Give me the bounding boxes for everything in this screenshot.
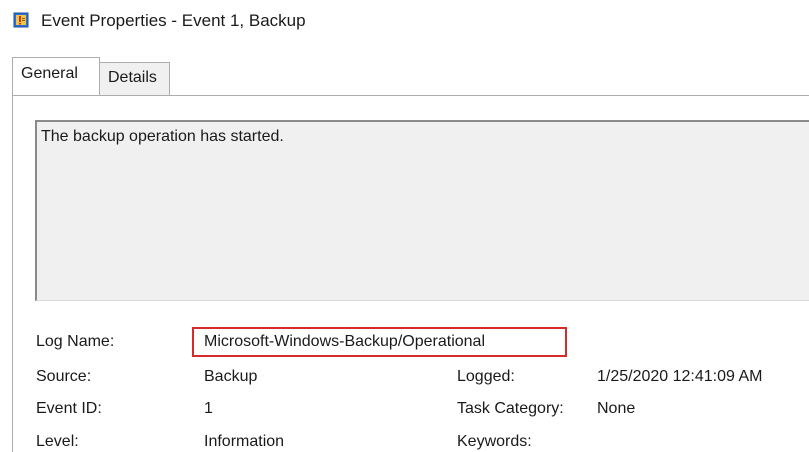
task-category-label: Task Category:: [457, 400, 564, 417]
logged-label: Logged:: [457, 368, 515, 385]
source-label: Source:: [36, 368, 92, 385]
event-description-box[interactable]: The backup operation has started.: [35, 120, 809, 301]
event-id-label: Event ID:: [36, 400, 102, 417]
keywords-label: Keywords:: [457, 433, 532, 450]
tab-general[interactable]: General: [12, 57, 100, 95]
title-bar: Event Properties - Event 1, Backup: [0, 0, 809, 44]
event-id-value[interactable]: 1: [204, 400, 213, 418]
source-value[interactable]: Backup: [204, 368, 257, 386]
logged-value[interactable]: 1/25/2020 12:41:09 AM: [597, 368, 762, 386]
window-title: Event Properties - Event 1, Backup: [41, 11, 306, 30]
level-label: Level:: [36, 433, 79, 450]
event-viewer-icon: [13, 12, 29, 28]
tab-details[interactable]: Details: [99, 62, 170, 95]
task-category-value[interactable]: None: [597, 400, 635, 418]
level-value[interactable]: Information: [204, 433, 284, 451]
event-description-text: The backup operation has started.: [41, 128, 284, 145]
log-name-value[interactable]: Microsoft-Windows-Backup/Operational: [204, 333, 485, 351]
log-name-label: Log Name:: [36, 333, 115, 350]
